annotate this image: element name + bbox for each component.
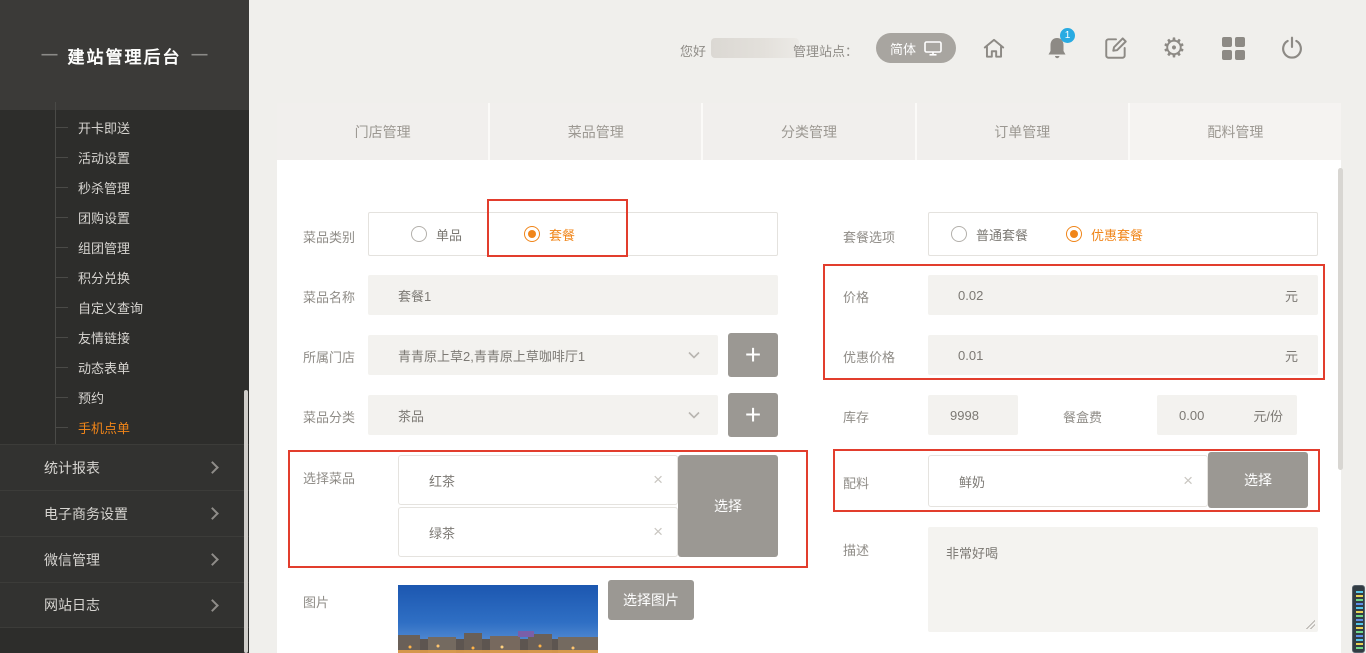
sidebar-item-huodong[interactable]: 活动设置 bbox=[0, 142, 249, 172]
sidebar-item-dongtai[interactable]: 动态表单 bbox=[0, 352, 249, 382]
sidebar-scrollbar[interactable] bbox=[244, 390, 248, 653]
sidebar-section-tongji[interactable]: 统计报表 bbox=[0, 444, 249, 490]
ingredient-label: 配料 bbox=[843, 473, 869, 492]
sidebar-item-zidingyi[interactable]: 自定义查询 bbox=[0, 292, 249, 322]
radio-circle bbox=[951, 226, 967, 242]
sidebar-item-shouji-diandan[interactable]: 手机点单 bbox=[0, 412, 249, 442]
settings-gear-icon[interactable]: ⚙ bbox=[1160, 34, 1188, 62]
tab-bar: 门店管理 菜品管理 分类管理 订单管理 配料管理 bbox=[277, 103, 1341, 160]
add-classify-button[interactable]: + bbox=[728, 393, 778, 437]
box-fee-unit: 元/份 bbox=[1253, 406, 1283, 425]
sidebar-section-weixin[interactable]: 微信管理 bbox=[0, 536, 249, 582]
radio-normal-meal[interactable]: 普通套餐 bbox=[951, 225, 1028, 244]
store-select[interactable]: 青青原上草2,青青原上草咖啡厅1 bbox=[368, 335, 718, 375]
dish-name-input[interactable]: 套餐1 bbox=[368, 275, 778, 315]
discount-price-input[interactable]: 0.01 元 bbox=[928, 335, 1318, 375]
price-label: 价格 bbox=[843, 287, 869, 306]
price-input[interactable]: 0.02 元 bbox=[928, 275, 1318, 315]
select-image-button[interactable]: 选择图片 bbox=[608, 580, 694, 620]
stock-input[interactable]: 9998 bbox=[928, 395, 1018, 435]
sidebar-section-wangzhan[interactable]: 网站日志 bbox=[0, 582, 249, 628]
ingredient-item: 鲜奶 × bbox=[928, 455, 1208, 507]
radio-circle-selected bbox=[524, 226, 540, 242]
language-button[interactable]: 简体 bbox=[876, 33, 956, 63]
dish-classify-select[interactable]: 茶品 bbox=[368, 395, 718, 435]
title-dash-left: — bbox=[42, 46, 58, 64]
content-panel: 门店管理 菜品管理 分类管理 订单管理 配料管理 菜品类别 单品 套餐 菜品名称… bbox=[277, 103, 1341, 653]
title-dash-right: — bbox=[192, 46, 208, 64]
discount-price-unit: 元 bbox=[1285, 346, 1298, 365]
top-header: 您好 管理站点： 简体 1 ⚙ bbox=[249, 0, 1366, 97]
sidebar-item-kaika[interactable]: 开卡即送 bbox=[0, 112, 249, 142]
chevron-down-icon bbox=[688, 411, 700, 419]
select-dishes-button[interactable]: 选择 bbox=[678, 455, 778, 557]
chevron-right-icon bbox=[206, 507, 219, 520]
notification-badge: 1 bbox=[1060, 28, 1075, 43]
chevron-right-icon bbox=[206, 461, 219, 474]
dish-name-label: 菜品名称 bbox=[303, 287, 355, 306]
stock-label: 库存 bbox=[843, 407, 869, 426]
sidebar-sections: 统计报表 电子商务设置 微信管理 网站日志 bbox=[0, 444, 249, 628]
dish-category-label: 菜品类别 bbox=[303, 227, 355, 246]
sidebar-item-tuangou[interactable]: 团购设置 bbox=[0, 202, 249, 232]
description-label: 描述 bbox=[843, 540, 869, 559]
select-ingredient-button[interactable]: 选择 bbox=[1208, 452, 1308, 508]
radio-discount-meal[interactable]: 优惠套餐 bbox=[1066, 225, 1143, 244]
price-unit: 元 bbox=[1285, 286, 1298, 305]
apps-grid-icon[interactable] bbox=[1219, 34, 1247, 62]
radio-circle-selected bbox=[1066, 226, 1082, 242]
chevron-right-icon bbox=[206, 553, 219, 566]
radio-circle bbox=[411, 226, 427, 242]
username-redacted bbox=[711, 38, 799, 58]
logout-power-icon[interactable] bbox=[1278, 34, 1306, 62]
remove-dish-icon[interactable]: × bbox=[653, 470, 663, 490]
discount-price-label: 优惠价格 bbox=[843, 347, 895, 366]
dish-classify-label: 菜品分类 bbox=[303, 407, 355, 426]
radio-set-meal[interactable]: 套餐 bbox=[524, 225, 575, 244]
selected-dish-item: 红茶 × bbox=[398, 455, 678, 505]
description-textarea[interactable]: 非常好喝 bbox=[928, 527, 1318, 632]
chevron-right-icon bbox=[206, 599, 219, 612]
chevron-down-icon bbox=[688, 351, 700, 359]
tab-category-management[interactable]: 分类管理 bbox=[703, 103, 916, 160]
content-scrollbar[interactable] bbox=[1338, 168, 1343, 470]
remove-dish-icon[interactable]: × bbox=[653, 522, 663, 542]
greeting-text: 您好 bbox=[680, 41, 706, 60]
meal-option-label: 套餐选项 bbox=[843, 227, 895, 246]
page-scrollbar-widget[interactable] bbox=[1352, 585, 1365, 653]
store-label: 所属门店 bbox=[303, 347, 355, 366]
select-dishes-label: 选择菜品 bbox=[303, 468, 355, 487]
sidebar-item-zutuan[interactable]: 组团管理 bbox=[0, 232, 249, 262]
notifications-bell-icon[interactable]: 1 bbox=[1043, 34, 1071, 62]
sidebar-item-jifen[interactable]: 积分兑换 bbox=[0, 262, 249, 292]
sidebar-item-youqing[interactable]: 友情链接 bbox=[0, 322, 249, 352]
dish-photo-thumbnail bbox=[398, 585, 598, 653]
tab-dish-management[interactable]: 菜品管理 bbox=[490, 103, 703, 160]
sidebar: — 建站管理后台 — 开卡即送 活动设置 秒杀管理 团购设置 组团管理 积分兑换… bbox=[0, 0, 249, 653]
resize-handle[interactable] bbox=[1306, 620, 1315, 629]
home-icon[interactable] bbox=[980, 34, 1008, 62]
radio-single-dish[interactable]: 单品 bbox=[411, 225, 462, 244]
monitor-icon bbox=[924, 41, 942, 56]
sidebar-item-yuyue[interactable]: 预约 bbox=[0, 382, 249, 412]
image-label: 图片 bbox=[303, 592, 329, 611]
box-fee-input[interactable]: 0.00 元/份 bbox=[1157, 395, 1297, 435]
meal-option-radio-group: 普通套餐 优惠套餐 bbox=[928, 212, 1318, 256]
sidebar-menu: 开卡即送 活动设置 秒杀管理 团购设置 组团管理 积分兑换 自定义查询 友情链接… bbox=[0, 110, 249, 442]
selected-dish-item: 绿茶 × bbox=[398, 507, 678, 557]
box-fee-label: 餐盒费 bbox=[1063, 407, 1102, 426]
app-title: 建站管理后台 bbox=[68, 43, 182, 68]
site-label: 管理站点： bbox=[793, 41, 858, 60]
edit-icon[interactable] bbox=[1102, 34, 1130, 62]
tab-ingredient-management[interactable]: 配料管理 bbox=[1130, 103, 1341, 160]
remove-ingredient-icon[interactable]: × bbox=[1183, 471, 1193, 491]
sidebar-header: — 建站管理后台 — bbox=[0, 0, 249, 110]
sidebar-section-dianzi[interactable]: 电子商务设置 bbox=[0, 490, 249, 536]
dish-category-radio-group: 单品 套餐 bbox=[368, 212, 778, 256]
tab-order-management[interactable]: 订单管理 bbox=[917, 103, 1130, 160]
sidebar-item-miaosha[interactable]: 秒杀管理 bbox=[0, 172, 249, 202]
tab-store-management[interactable]: 门店管理 bbox=[277, 103, 490, 160]
add-store-button[interactable]: + bbox=[728, 333, 778, 377]
